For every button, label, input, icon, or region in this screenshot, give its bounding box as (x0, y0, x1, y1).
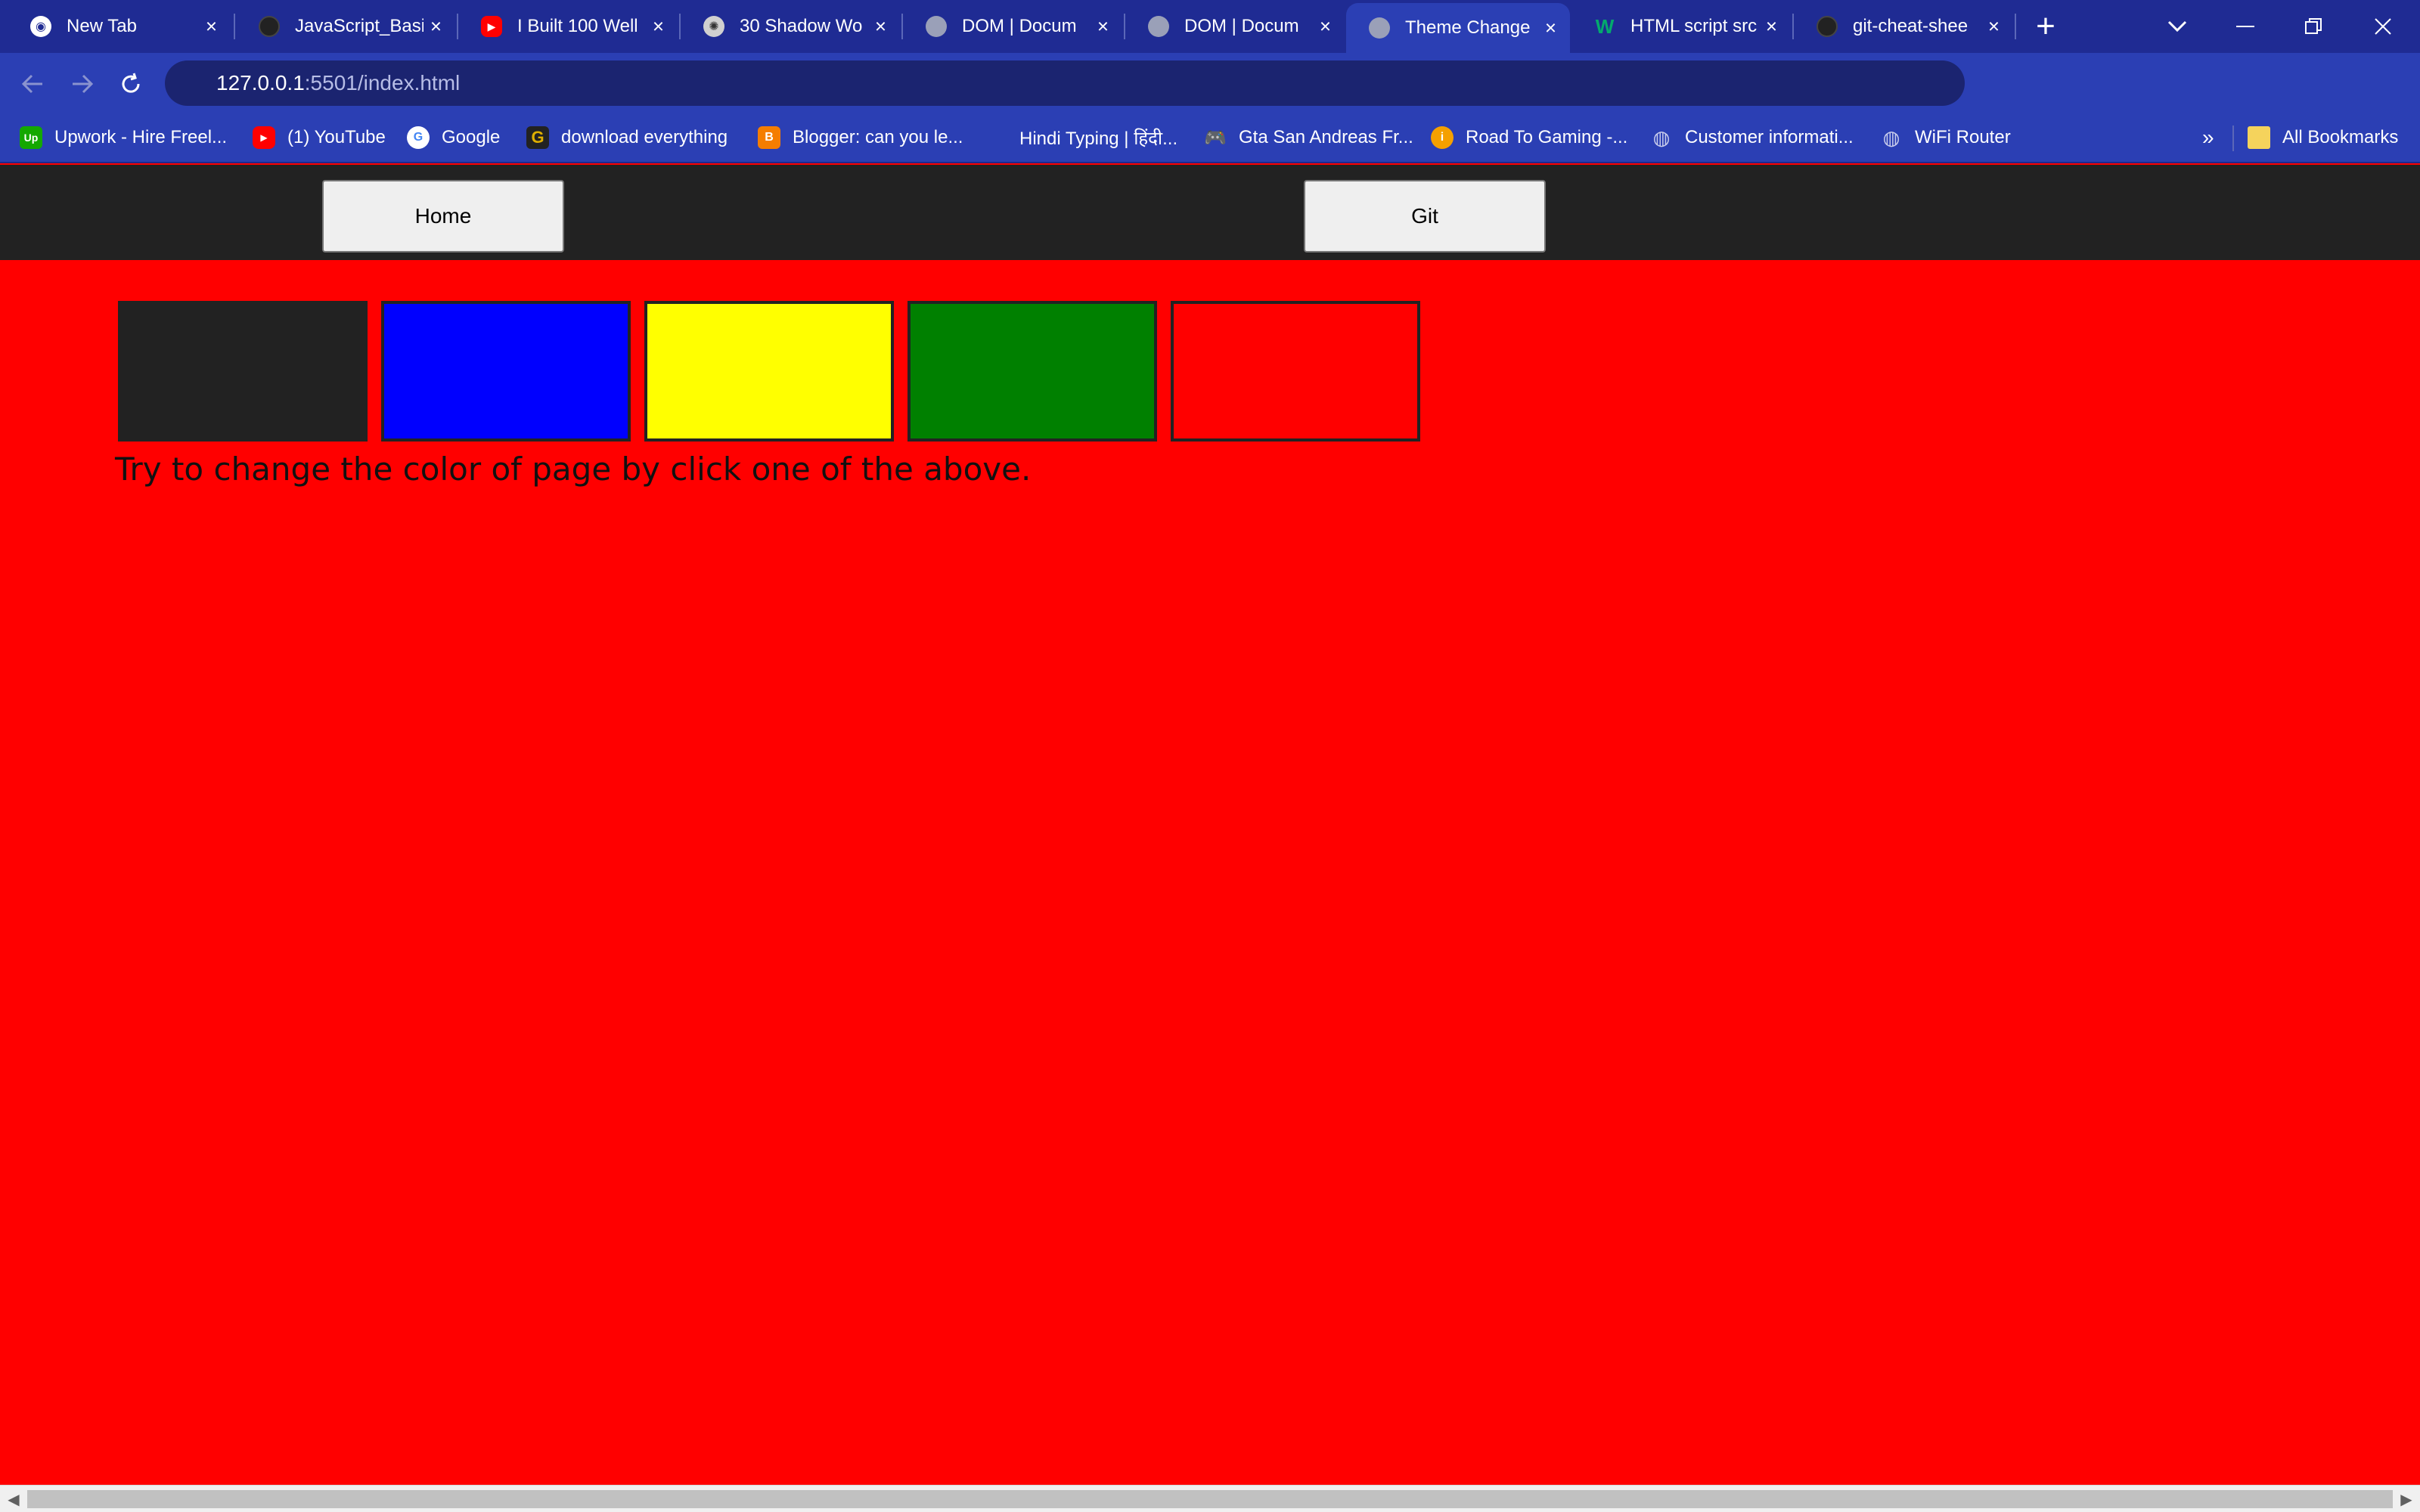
close-icon[interactable]: × (875, 15, 886, 39)
horizontal-scrollbar[interactable]: ◀ ▶ (0, 1485, 2420, 1512)
chrome-icon: ◉ (30, 16, 51, 37)
youtube-icon: ▶ (253, 126, 275, 149)
globe-icon (1148, 16, 1169, 37)
bookmark-hindi-typing[interactable]: Hindi Typing | हिंदी... (1019, 122, 1177, 153)
bookmark-label: (1) YouTube (287, 127, 386, 147)
bookmark-youtube[interactable]: ▶ (1) YouTube (253, 122, 386, 153)
tab-dom-document-1[interactable]: DOM | Docum × (903, 6, 1122, 47)
swatch-yellow[interactable] (644, 301, 894, 442)
globe-icon (1369, 17, 1390, 39)
blogger-icon: B (758, 126, 780, 149)
tab-youtube-video[interactable]: ▶ I Built 100 Well × (458, 6, 678, 47)
bookmarks-overflow-chevron-icon[interactable]: » (2202, 122, 2214, 153)
bookmark-download-everything[interactable]: G download everything (526, 122, 728, 153)
github-icon (1817, 16, 1838, 37)
close-icon[interactable]: × (430, 15, 442, 39)
tab-shadow-work[interactable]: ✺ 30 Shadow Wo × (681, 6, 900, 47)
bookmark-customer-information[interactable]: ◍ Customer informati... (1650, 122, 1854, 153)
close-window-button[interactable] (2366, 9, 2400, 44)
close-icon[interactable]: × (1320, 15, 1331, 39)
site-nav-bar: Home Git (0, 165, 2420, 260)
web-icon: ✺ (703, 16, 724, 37)
minimize-button[interactable] (2228, 9, 2263, 44)
folder-icon (2248, 126, 2270, 149)
bookmark-gta-san-andreas[interactable]: 🎮 Gta San Andreas Fr... (1204, 122, 1413, 153)
bookmark-upwork[interactable]: Up Upwork - Hire Freel... (20, 122, 227, 153)
git-button[interactable]: Git (1304, 180, 1546, 253)
close-icon[interactable]: × (1097, 15, 1109, 39)
forward-icon[interactable] (65, 67, 100, 101)
url-path: :5501/index.html (304, 71, 461, 94)
bookmark-label: Blogger: can you le... (793, 127, 963, 147)
info-icon: i (1431, 126, 1454, 149)
back-icon[interactable] (15, 67, 50, 101)
scroll-left-arrow-icon[interactable]: ◀ (3, 1489, 24, 1510)
tab-divider (2015, 14, 2016, 39)
bookmark-blogger[interactable]: B Blogger: can you le... (758, 122, 963, 153)
close-icon[interactable]: × (653, 15, 664, 39)
bookmark-label: download everything (561, 127, 728, 147)
all-bookmarks-folder[interactable]: All Bookmarks (2248, 122, 2398, 153)
browser-tab-strip: ◉ New Tab × JavaScript_Basi × ▶ I Built … (0, 0, 2420, 53)
reload-icon[interactable] (113, 67, 148, 101)
tab-html-script-src[interactable]: W HTML script src × (1571, 6, 1791, 47)
close-icon[interactable]: × (1766, 15, 1777, 39)
close-icon[interactable]: × (1545, 17, 1556, 40)
new-tab-button[interactable]: + (2027, 8, 2065, 45)
globe-icon: ◍ (1882, 125, 1900, 149)
bookmark-label: All Bookmarks (2282, 127, 2399, 147)
restore-button[interactable] (2296, 9, 2331, 44)
close-icon[interactable]: × (1988, 15, 2000, 39)
bookmark-label: Gta San Andreas Fr... (1239, 127, 1413, 147)
bookmark-label: Upwork - Hire Freel... (54, 127, 228, 147)
github-icon (259, 16, 280, 37)
tab-new-tab[interactable]: ◉ New Tab × (8, 6, 231, 47)
globe-icon (926, 16, 947, 37)
close-icon[interactable]: × (206, 15, 217, 39)
upwork-icon: Up (20, 126, 42, 149)
g-icon: G (526, 126, 549, 149)
w3-icon: W (1595, 14, 1615, 38)
swatch-red[interactable] (1171, 301, 1420, 442)
instruction-text: Try to change the color of page by click… (115, 451, 1032, 488)
globe-icon: ◍ (1652, 125, 1671, 149)
bookmark-road-to-gaming[interactable]: i Road To Gaming -... (1431, 122, 1627, 153)
bookmark-google[interactable]: G Google (407, 122, 500, 153)
swatch-blue[interactable] (381, 301, 631, 442)
tab-search-button[interactable] (2160, 9, 2195, 44)
tab-theme-change[interactable]: Theme Change × (1346, 3, 1570, 53)
bookmark-label: Hindi Typing | हिंदी... (1019, 128, 1178, 149)
home-button[interactable]: Home (322, 180, 564, 253)
swatch-dark[interactable] (118, 301, 368, 442)
tab-javascript-basics[interactable]: JavaScript_Basi × (236, 6, 455, 47)
bookmark-wifi-router[interactable]: ◍ WiFi Router (1880, 122, 2011, 153)
gamepad-icon: 🎮 (1204, 127, 1227, 148)
tab-dom-document-2[interactable]: DOM | Docum × (1125, 6, 1345, 47)
url-host: 127.0.0.1 (216, 71, 305, 94)
bookmark-label: WiFi Router (1915, 127, 2011, 147)
tab-git-cheat-sheet[interactable]: git-cheat-shee × (1794, 6, 2013, 47)
scrollbar-thumb[interactable] (27, 1490, 2393, 1508)
url-text: 127.0.0.1:5501/index.html (216, 71, 460, 95)
youtube-icon: ▶ (481, 16, 502, 37)
bookmarks-divider (2232, 125, 2234, 151)
swatch-green[interactable] (908, 301, 1157, 442)
tab-divider (234, 14, 235, 39)
bookmark-label: Road To Gaming -... (1466, 127, 1628, 147)
scroll-right-arrow-icon[interactable]: ▶ (2396, 1489, 2417, 1510)
google-icon: G (407, 126, 430, 149)
bookmark-label: Google (442, 127, 501, 147)
bookmark-label: Customer informati... (1685, 127, 1854, 147)
